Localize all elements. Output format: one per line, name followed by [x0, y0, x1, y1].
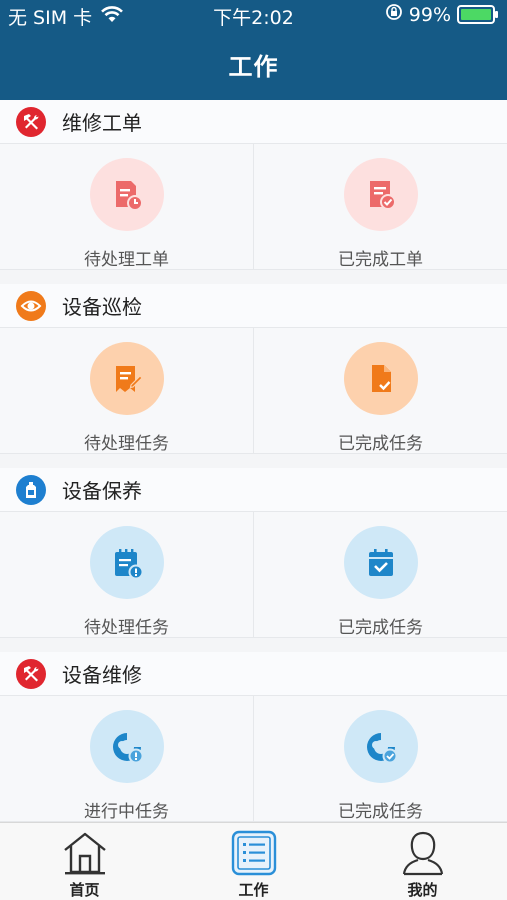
- pending-order-icon: [89, 158, 164, 231]
- tab-label: 首页: [69, 881, 100, 899]
- tab-home[interactable]: 首页: [0, 823, 169, 900]
- battery-icon: [457, 5, 498, 24]
- hammer-wrench-icon: [16, 106, 46, 137]
- completed-maintenance-button[interactable]: 已完成任务: [253, 512, 507, 638]
- pending-repair-orders-button[interactable]: 待处理工单: [0, 144, 253, 270]
- status-right: 99%: [385, 3, 498, 26]
- completed-inspection-icon: [343, 342, 418, 415]
- pending-maintenance-button[interactable]: 待处理任务: [0, 512, 253, 638]
- grid-repair-orders: 待处理工单 已完成工单: [0, 144, 507, 270]
- cell-label: 进行中任务: [84, 802, 169, 822]
- section-header-maintenance: 设备保养: [0, 468, 507, 512]
- section-header-repair-orders: 维修工单: [0, 100, 507, 144]
- cell-label: 待处理工单: [84, 250, 169, 270]
- tab-profile[interactable]: 我的: [338, 823, 507, 900]
- completed-order-icon: [343, 158, 418, 231]
- tab-work[interactable]: 工作: [169, 823, 338, 900]
- repair-in-progress-icon: [89, 710, 164, 783]
- tab-label: 工作: [238, 881, 269, 899]
- grid-repair: 进行中任务 已完成任务: [0, 696, 507, 822]
- pending-inspection-button[interactable]: 待处理任务: [0, 328, 253, 454]
- app-header: 无 SIM 卡 下午2:02 99% 工作: [0, 0, 507, 100]
- cell-label: 待处理任务: [84, 434, 169, 454]
- profile-icon: [399, 829, 447, 877]
- eye-icon: [16, 290, 46, 321]
- oil-bottle-icon: [16, 474, 46, 505]
- cell-label: 已完成任务: [338, 802, 423, 822]
- cell-label: 已完成工单: [338, 250, 423, 270]
- cell-label: 待处理任务: [84, 618, 169, 638]
- section-title: 维修工单: [62, 111, 142, 135]
- battery-percent: 99%: [408, 3, 451, 26]
- repair-completed-button[interactable]: 已完成任务: [253, 696, 507, 822]
- tab-bar: 首页 工作 我的: [0, 822, 507, 900]
- repair-in-progress-button[interactable]: 进行中任务: [0, 696, 253, 822]
- work-list-icon: [230, 829, 278, 877]
- battery-fill: [461, 9, 491, 20]
- tab-label: 我的: [407, 881, 438, 899]
- completed-inspection-button[interactable]: 已完成任务: [253, 328, 507, 454]
- pending-inspection-icon: [89, 342, 164, 415]
- section-title: 设备保养: [62, 479, 142, 503]
- grid-inspection: 待处理任务 已完成任务: [0, 328, 507, 454]
- orientation-lock-icon: [385, 3, 403, 26]
- completed-repair-orders-button[interactable]: 已完成工单: [253, 144, 507, 270]
- section-title: 设备巡检: [62, 295, 142, 319]
- repair-completed-icon: [343, 710, 418, 783]
- page-title: 工作: [228, 53, 279, 81]
- cell-label: 已完成任务: [338, 618, 423, 638]
- status-bar: 无 SIM 卡 下午2:02 99%: [0, 0, 507, 30]
- completed-maintenance-icon: [343, 526, 418, 599]
- hammer-wrench-icon: [16, 658, 46, 689]
- home-icon: [61, 829, 109, 877]
- pending-maintenance-icon: [89, 526, 164, 599]
- section-header-inspection: 设备巡检: [0, 284, 507, 328]
- section-title: 设备维修: [62, 663, 142, 687]
- section-header-repair: 设备维修: [0, 652, 507, 696]
- cell-label: 已完成任务: [338, 434, 423, 454]
- grid-maintenance: 待处理任务 已完成任务: [0, 512, 507, 638]
